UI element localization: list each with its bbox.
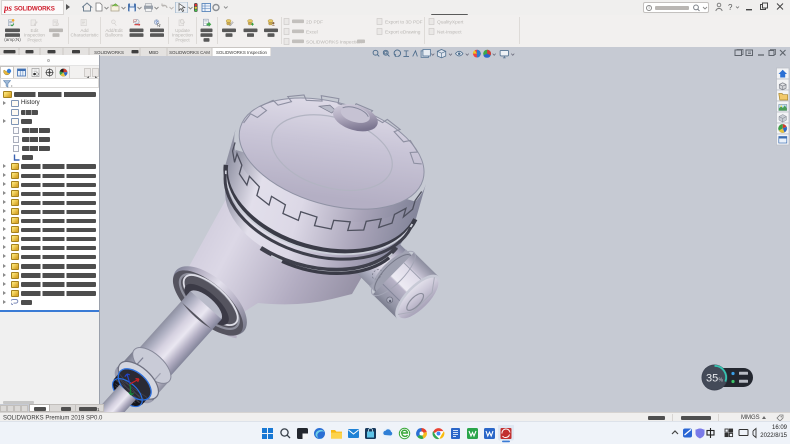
- svg-text:2D PDF: 2D PDF: [306, 19, 323, 25]
- svg-text:SOLIDWORKS CAM: SOLIDWORKS CAM: [169, 50, 210, 55]
- svg-text:Export eDrawing: Export eDrawing: [385, 29, 421, 35]
- svg-text:(amp;N): (amp;N): [4, 37, 21, 42]
- svg-text:SOLIDWORKS Inspection: SOLIDWORKS Inspection: [216, 50, 268, 55]
- svg-text:Project: Project: [27, 37, 42, 42]
- svg-text:35: 35: [706, 373, 718, 385]
- svg-text:Excel: Excel: [306, 29, 318, 35]
- svg-text:Project: Project: [175, 37, 190, 42]
- svg-text:SOLIDWORKS Inspection: SOLIDWORKS Inspection: [306, 39, 362, 45]
- svg-text:ps: ps: [4, 3, 13, 13]
- svg-text:SOLIDWORKS: SOLIDWORKS: [14, 6, 55, 13]
- svg-text:?: ?: [728, 3, 733, 12]
- svg-text:QualityXpert: QualityXpert: [437, 19, 464, 25]
- svg-text:Net-Inspect: Net-Inspect: [437, 29, 462, 35]
- svg-text:Characteristic: Characteristic: [70, 33, 99, 38]
- svg-text:Export to 3D PDF: Export to 3D PDF: [385, 19, 423, 25]
- svg-text:Balloons: Balloons: [105, 33, 123, 38]
- svg-text:%: %: [719, 378, 724, 384]
- svg-text:MBD: MBD: [149, 50, 159, 55]
